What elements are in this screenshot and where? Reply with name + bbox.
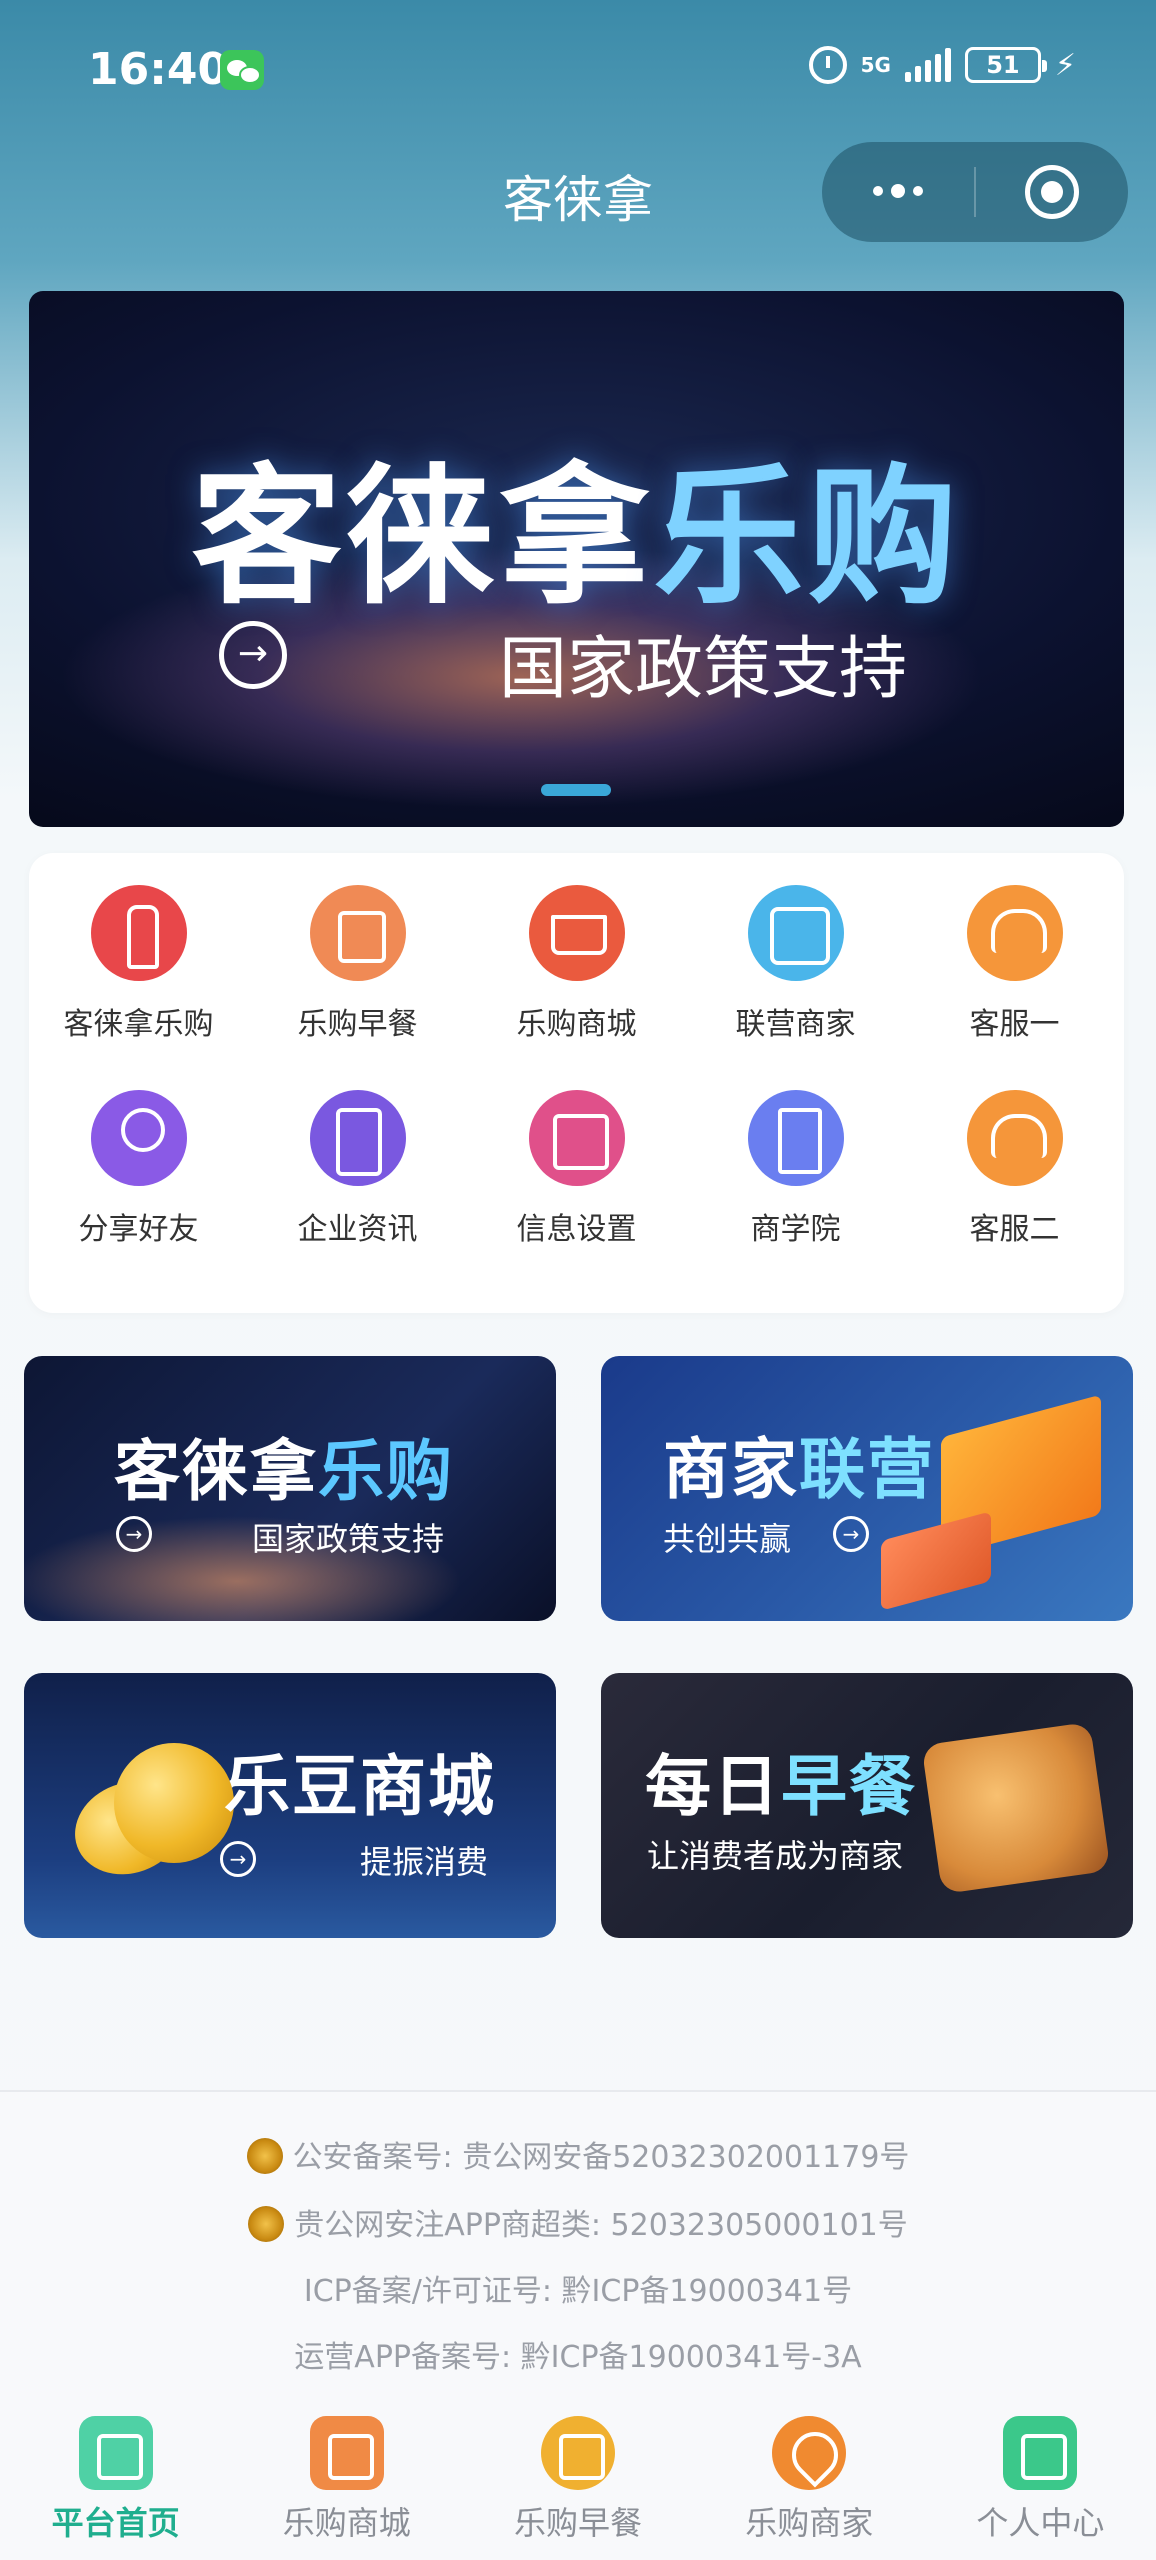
banner-title: 客徕拿乐购 bbox=[29, 416, 1124, 633]
hero-banner[interactable]: 客徕拿乐购 → 国家政策支持 bbox=[29, 291, 1124, 827]
promo-title: 乐豆商城 bbox=[224, 1748, 496, 1825]
promo-subtitle: 国家政策支持 bbox=[252, 1520, 445, 1558]
tab-label: 乐购商城 bbox=[282, 2504, 411, 2542]
arrow-right-circle-icon: → bbox=[219, 621, 287, 689]
arrow-right-circle-icon: → bbox=[833, 1516, 869, 1552]
promo-subtitle: 让消费者成为商家 bbox=[647, 1837, 904, 1875]
grid-item-news[interactable]: 企业资讯 bbox=[248, 1058, 467, 1258]
promo-card-kelaina-legou[interactable]: 客徕拿乐购 → 国家政策支持 bbox=[24, 1356, 556, 1621]
status-bar: 16:40 5G 51 ⚡ bbox=[0, 0, 1156, 140]
promo-card-daily-breakfast[interactable]: 每日早餐 让消费者成为商家 bbox=[601, 1673, 1133, 1938]
signal-icon bbox=[904, 48, 951, 82]
grid-item-breakfast[interactable]: 乐购早餐 bbox=[248, 853, 467, 1053]
home-icon bbox=[78, 2416, 153, 2490]
grid-item-settings[interactable]: 信息设置 bbox=[467, 1058, 686, 1258]
mall-icon bbox=[309, 2416, 384, 2490]
promo-subtitle: 提振消费 bbox=[360, 1843, 489, 1881]
carousel-indicator bbox=[541, 784, 611, 796]
banner-subtitle: 国家政策支持 bbox=[499, 630, 908, 709]
feature-grid: 客徕拿乐购 乐购早餐 乐购商城 联营商家 客服一 分享好友 企业资讯 信息设置 … bbox=[29, 853, 1124, 1313]
wine-bottle-icon bbox=[90, 885, 187, 981]
grid-item-label: 乐购商城 bbox=[516, 1007, 637, 1042]
promo-title-accent: 乐购 bbox=[318, 1433, 454, 1510]
charging-icon: ⚡ bbox=[1054, 47, 1076, 83]
headset-icon bbox=[966, 1090, 1063, 1186]
promo-subtitle: 共创共赢 bbox=[663, 1520, 792, 1558]
footer-line-text: 公安备案号: 贵公网安备52032302001179号 bbox=[292, 2140, 910, 2175]
network-label: 5G bbox=[860, 53, 891, 77]
police-registration[interactable]: 公安备案号: 贵公网安备52032302001179号 bbox=[0, 2132, 1156, 2177]
banner-title-main: 客徕拿 bbox=[191, 451, 654, 625]
tab-home[interactable]: 平台首页 bbox=[0, 2400, 231, 2560]
grid-item-label: 商学院 bbox=[750, 1212, 841, 1247]
promo-card-ledou-mall[interactable]: 乐豆商城 → 提振消费 bbox=[24, 1673, 556, 1938]
breakfast-tray-icon bbox=[921, 1721, 1111, 1895]
icp-license[interactable]: ICP备案/许可证号: 黔ICP备19000341号 bbox=[0, 2266, 1156, 2310]
banner-title-accent: 乐购 bbox=[653, 451, 962, 625]
promo-title-main: 客徕拿 bbox=[114, 1433, 318, 1510]
hand-coin-icon bbox=[90, 1090, 187, 1186]
tab-mall[interactable]: 乐购商城 bbox=[231, 2400, 462, 2560]
promo-title: 商家联营 bbox=[663, 1416, 935, 1512]
grid-item-academy[interactable]: 商学院 bbox=[686, 1058, 905, 1258]
grid-item-label: 企业资讯 bbox=[297, 1212, 418, 1247]
location-pin-icon bbox=[772, 2416, 847, 2490]
tab-label: 乐购早餐 bbox=[514, 2504, 643, 2542]
grid-item-service-1[interactable]: 客服一 bbox=[905, 853, 1124, 1053]
tab-profile[interactable]: 个人中心 bbox=[925, 2400, 1156, 2560]
isometric-box-icon bbox=[881, 1511, 991, 1611]
status-icons: 5G 51 ⚡ bbox=[808, 46, 1076, 84]
police-badge-icon bbox=[246, 2137, 283, 2174]
phone-globe-icon bbox=[309, 1090, 406, 1186]
tab-label: 乐购商家 bbox=[745, 2504, 874, 2542]
footer-line-text: 贵公网安注APP商超类: 52032305000101号 bbox=[294, 2208, 908, 2243]
promo-card-merchant-alliance[interactable]: 商家联营 共创共赢 → bbox=[601, 1356, 1133, 1621]
document-icon bbox=[747, 1090, 844, 1186]
shopping-cart-icon bbox=[528, 885, 625, 981]
bottom-tab-bar: 平台首页 乐购商城 乐购早餐 乐购商家 个人中心 bbox=[0, 2400, 1156, 2560]
promo-title: 客徕拿乐购 bbox=[114, 1418, 454, 1514]
promo-title-main: 商家 bbox=[663, 1431, 799, 1508]
wechat-icon bbox=[220, 50, 264, 90]
headset-icon bbox=[966, 885, 1063, 981]
promo-title-accent: 联营 bbox=[799, 1431, 935, 1508]
tab-breakfast[interactable]: 乐购早餐 bbox=[462, 2400, 693, 2560]
bread-icon bbox=[541, 2416, 615, 2490]
promo-title: 每日早餐 bbox=[645, 1733, 917, 1829]
grid-item-partner-merchants[interactable]: 联营商家 bbox=[686, 853, 905, 1053]
tab-merchants[interactable]: 乐购商家 bbox=[694, 2400, 925, 2560]
calendar-settings-icon bbox=[528, 1090, 625, 1186]
grid-item-label: 联营商家 bbox=[735, 1007, 856, 1042]
profile-card-icon bbox=[1003, 2416, 1078, 2490]
battery-icon: 51 bbox=[964, 47, 1047, 83]
miniprogram-capsule bbox=[822, 142, 1128, 242]
grid-item-label: 客服二 bbox=[969, 1212, 1060, 1247]
grid-item-label: 客徕拿乐购 bbox=[63, 1007, 214, 1042]
grid-item-label: 客服一 bbox=[969, 1007, 1060, 1042]
grid-item-share[interactable]: 分享好友 bbox=[29, 1058, 248, 1258]
promo-title-main: 每日 bbox=[645, 1748, 781, 1825]
grid-item-label: 分享好友 bbox=[78, 1212, 199, 1247]
status-time: 16:40 bbox=[88, 44, 229, 95]
promo-title-accent: 早餐 bbox=[781, 1748, 917, 1825]
more-icon[interactable] bbox=[822, 184, 974, 198]
battery-level: 51 bbox=[986, 51, 1020, 79]
breakfast-icon bbox=[309, 885, 406, 981]
grid-item-kelaina-legou[interactable]: 客徕拿乐购 bbox=[29, 853, 248, 1053]
arrow-right-circle-icon: → bbox=[220, 1841, 256, 1877]
operation-app-registration[interactable]: 运营APP备案号: 黔ICP备19000341号-3A bbox=[0, 2332, 1156, 2376]
grid-item-mall[interactable]: 乐购商城 bbox=[467, 853, 686, 1053]
grid-item-label: 信息设置 bbox=[516, 1212, 637, 1247]
tab-label: 个人中心 bbox=[976, 2504, 1105, 2542]
grid-item-service-2[interactable]: 客服二 bbox=[905, 1058, 1124, 1258]
grid-item-label: 乐购早餐 bbox=[297, 1007, 418, 1042]
alarm-icon bbox=[808, 46, 847, 84]
app-registration[interactable]: 贵公网安注APP商超类: 52032305000101号 bbox=[0, 2200, 1156, 2245]
tab-label: 平台首页 bbox=[51, 2504, 180, 2542]
close-miniprogram-icon[interactable] bbox=[976, 165, 1128, 219]
golden-bean-icon bbox=[114, 1743, 234, 1863]
storefront-icon bbox=[747, 885, 844, 981]
police-badge-icon bbox=[248, 2205, 285, 2242]
arrow-right-circle-icon: → bbox=[116, 1516, 152, 1552]
